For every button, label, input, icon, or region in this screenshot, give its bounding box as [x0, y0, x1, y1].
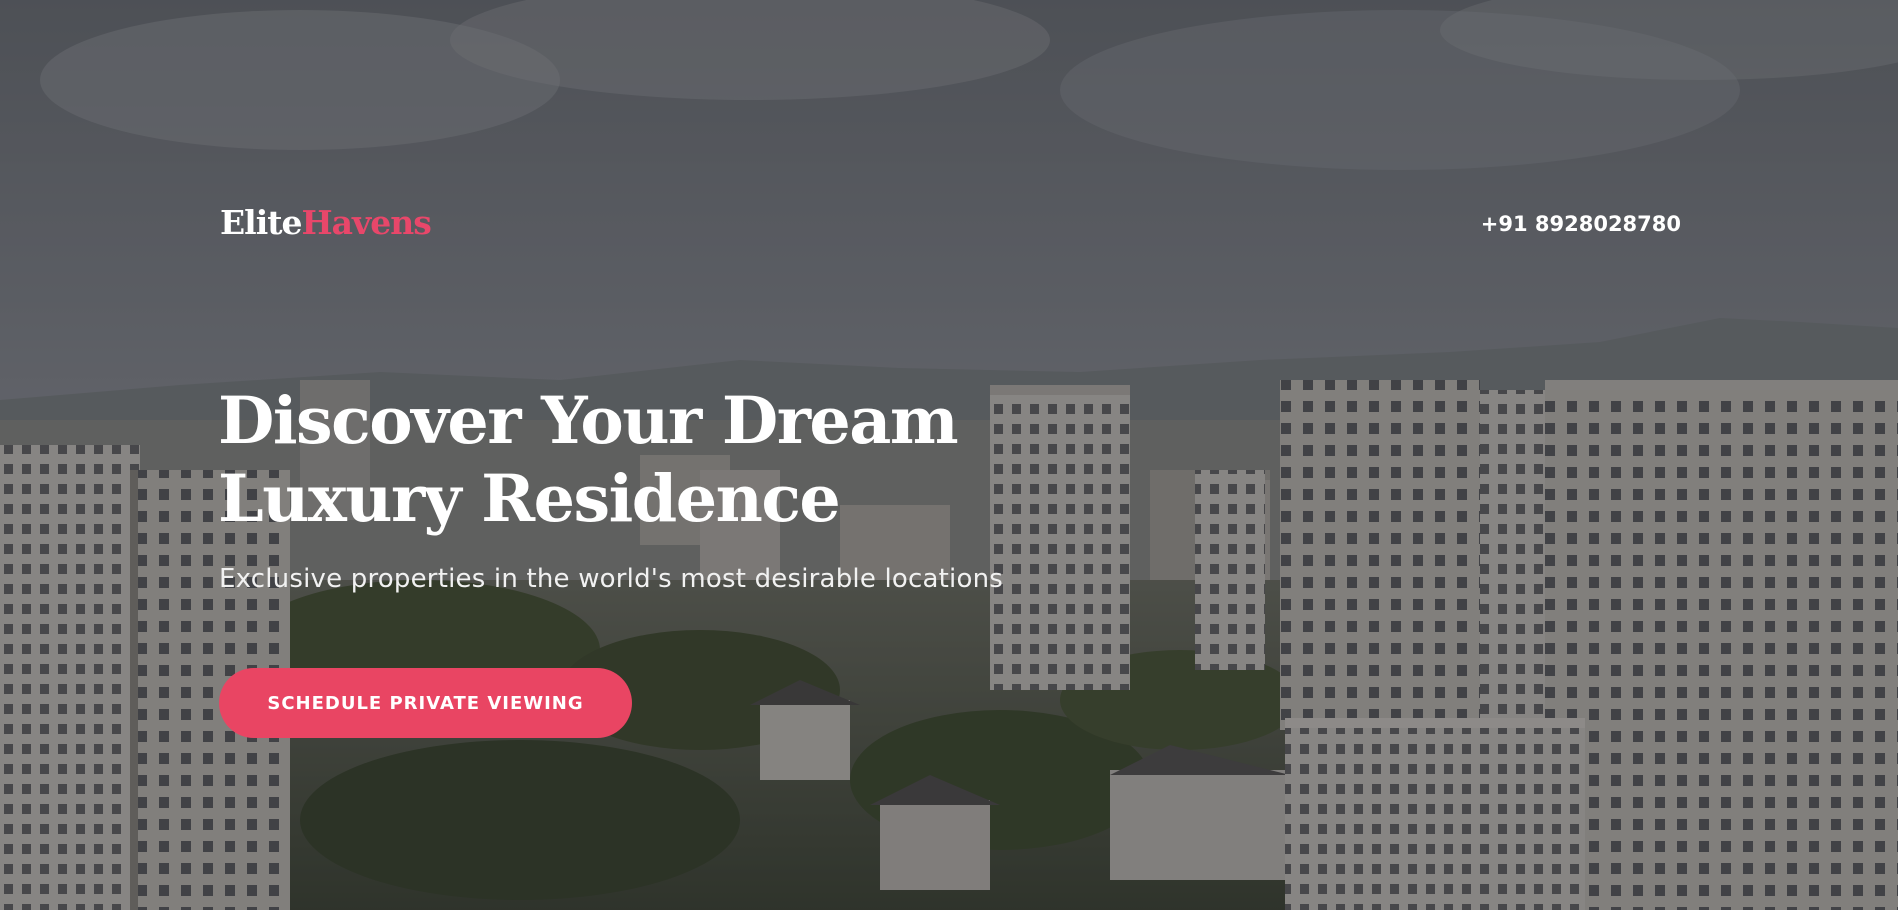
logo-primary-text: Elite — [220, 203, 302, 242]
hero-headline: Discover Your Dream Luxury Residence — [218, 382, 959, 538]
headline-line-1: Discover Your Dream — [218, 383, 959, 459]
schedule-viewing-button[interactable]: SCHEDULE PRIVATE VIEWING — [219, 668, 632, 738]
hero-subtitle: Exclusive properties in the world's most… — [219, 564, 1003, 594]
hero-section: EliteHavens +91 8928028780 Discover Your… — [0, 0, 1898, 910]
brand-logo[interactable]: EliteHavens — [220, 203, 432, 242]
phone-number-link[interactable]: +91 8928028780 — [1481, 212, 1681, 236]
logo-accent-text: Havens — [301, 203, 431, 242]
headline-line-2: Luxury Residence — [218, 461, 841, 537]
